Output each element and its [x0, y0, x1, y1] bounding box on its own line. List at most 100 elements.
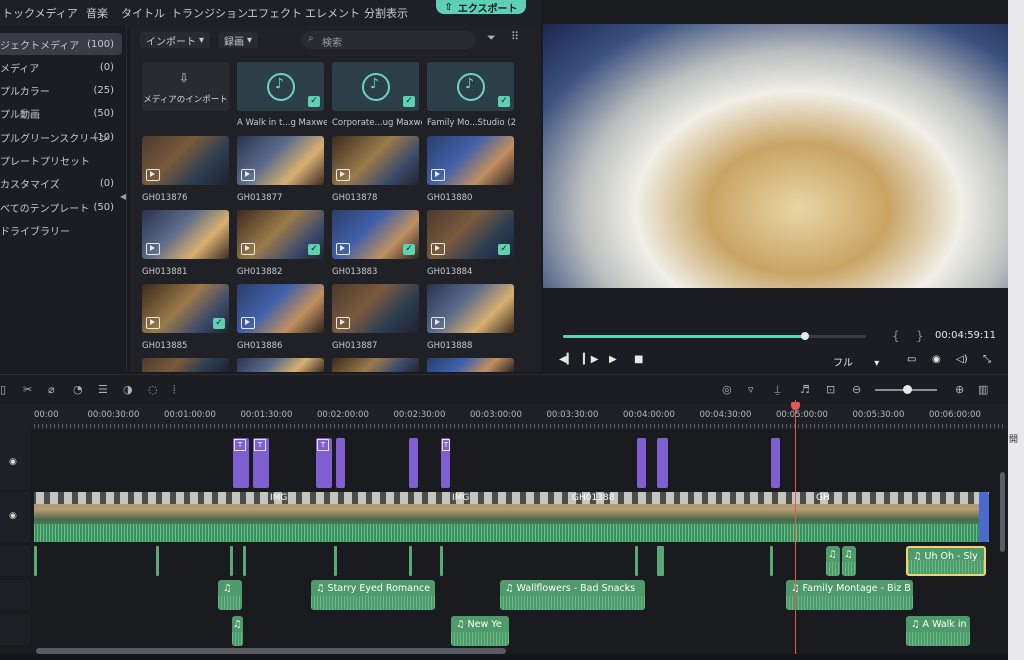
audio-clip[interactable]: ♫ Starry Eyed Romance [311, 580, 435, 610]
timeline-vertical-scrollbar[interactable] [1000, 472, 1005, 552]
video-media-tile[interactable] [332, 358, 419, 372]
tab-stock-media[interactable]: トックメディア [2, 5, 78, 21]
audio-marker[interactable] [657, 546, 664, 576]
eye-icon[interactable]: ◉ [9, 457, 17, 467]
audio-clip[interactable]: ♫ A Walk in [906, 616, 970, 646]
shield-icon[interactable]: ▿ [748, 383, 754, 396]
audio-clip[interactable]: ♫ [826, 546, 840, 576]
video-media-tile[interactable]: ✓ [142, 284, 229, 333]
title-clip[interactable] [771, 438, 780, 488]
sidebar-item[interactable]: プル動画 (50) [0, 103, 122, 125]
search-input[interactable]: ⌕ 検索 [302, 31, 476, 49]
title-clip[interactable]: T [253, 438, 269, 488]
audio-clip[interactable]: ♫ [232, 616, 243, 646]
audio-marker[interactable] [243, 546, 246, 576]
zoom-slider-handle[interactable] [903, 385, 912, 394]
collapse-arrow-icon[interactable]: ◀ [120, 192, 126, 201]
tab-elements[interactable]: エレメント [305, 5, 360, 21]
sidebar-item[interactable]: プルカラー (25) [0, 80, 122, 102]
video-media-tile[interactable]: ✓ [332, 210, 419, 259]
video-preview[interactable] [543, 24, 1008, 288]
sidebar-item[interactable]: プルグリーンスクリーン (10) [0, 126, 122, 148]
adjust-icon[interactable]: ☰ [98, 383, 108, 396]
play-icon[interactable]: ▶ [609, 354, 617, 365]
title-clip[interactable] [637, 438, 646, 488]
audio-marker[interactable] [409, 546, 412, 576]
audio-clip[interactable]: ♫ [218, 580, 242, 610]
audio-clip[interactable]: ♫ [842, 546, 856, 576]
video-track[interactable] [34, 492, 989, 542]
tab-titles[interactable]: タイトル [121, 5, 165, 21]
sidebar-item[interactable]: カスタマイズ (0) [0, 173, 122, 195]
audio-marker[interactable] [770, 546, 773, 576]
zoom-out-icon[interactable]: ⊖ [852, 383, 861, 396]
audio-marker[interactable] [34, 546, 37, 576]
volume-icon[interactable]: ◁) [956, 354, 968, 365]
sidebar-item[interactable]: ジェクトメディア (100) [0, 33, 122, 55]
tab-effects[interactable]: エフェクト [247, 5, 302, 21]
import-media-tile[interactable]: ⇩ メディアのインポート [142, 62, 229, 111]
microphone-icon[interactable]: ⍊ [774, 383, 781, 397]
tag-icon[interactable]: ⌀ [48, 383, 55, 396]
mark-out-icon[interactable]: } [916, 329, 924, 343]
import-dropdown[interactable]: インポート ▾ [140, 32, 211, 48]
video-media-tile[interactable] [237, 284, 324, 333]
eye-icon[interactable]: ◉ [9, 511, 17, 521]
video-clip-end[interactable] [979, 492, 989, 542]
mark-in-icon[interactable]: { [892, 329, 900, 343]
title-clip[interactable] [409, 438, 418, 488]
speed-icon[interactable]: ◔ [73, 383, 83, 396]
video-media-tile[interactable] [142, 136, 229, 185]
video-media-tile[interactable]: ✓ [237, 210, 324, 259]
video-media-tile[interactable] [332, 136, 419, 185]
snapshot-icon[interactable]: ◉ [932, 354, 941, 365]
audio-clip[interactable]: ♫ Wallflowers - Bad Snacks [500, 580, 645, 610]
video-media-tile[interactable] [332, 284, 419, 333]
audio-media-tile[interactable]: ✓ [237, 62, 324, 111]
audio-marker[interactable] [156, 546, 159, 576]
audio-media-tile[interactable]: ✓ [427, 62, 514, 111]
music-list-icon[interactable]: ♬ [800, 383, 810, 396]
stop-icon[interactable]: ■ [634, 354, 643, 365]
quality-dropdown[interactable]: フル ▾ [833, 354, 879, 369]
subtitle-icon[interactable]: ⊡ [826, 383, 835, 396]
video-media-tile[interactable] [237, 136, 324, 185]
timeline-ruler[interactable]: 00:00 00:00:30:00 00:01:00:00 00:01:30:00 00… [0, 404, 1008, 430]
audio-marker[interactable] [230, 546, 233, 576]
audio-marker[interactable] [635, 546, 638, 576]
title-clip[interactable]: T [441, 438, 450, 488]
audio-clip[interactable]: ♫ Family Montage - Biz B [786, 580, 913, 610]
tab-split-screen[interactable]: 分割表示 [364, 5, 408, 21]
playback-scrubber[interactable] [563, 332, 866, 340]
color-icon[interactable]: ◑ [123, 383, 133, 396]
audio-marker[interactable] [334, 546, 337, 576]
display-icon[interactable]: ▭ [907, 354, 916, 365]
title-clip[interactable]: T [316, 438, 332, 488]
title-clip[interactable]: T [233, 438, 249, 488]
video-media-tile[interactable] [427, 136, 514, 185]
video-media-tile[interactable] [142, 358, 229, 372]
sidebar-item[interactable]: メディア (0) [0, 56, 122, 78]
sidebar-item[interactable]: べてのテンプレート (50) [0, 196, 122, 218]
video-media-tile[interactable] [427, 284, 514, 333]
cut-icon[interactable]: ✂ [23, 383, 32, 396]
video-media-tile[interactable]: ✓ [427, 210, 514, 259]
audio-wave-icon[interactable]: ⦙ [173, 383, 175, 397]
record-dropdown[interactable]: 録画 ▾ [218, 32, 259, 48]
audio-marker[interactable] [440, 546, 443, 576]
video-media-tile[interactable] [427, 358, 514, 372]
scrubber-handle[interactable] [801, 332, 810, 340]
filter-icon[interactable]: ⏷ [487, 31, 496, 45]
title-clip[interactable] [336, 438, 345, 488]
zoom-in-icon[interactable]: ⊕ [955, 383, 964, 396]
render-icon[interactable]: ◎ [722, 383, 732, 396]
audio-clip[interactable]: ♫ New Ye [451, 616, 509, 646]
title-clip[interactable] [657, 438, 668, 488]
export-button[interactable]: ⇧ エクスポート [436, 0, 526, 15]
step-forward-icon[interactable]: ▎▶ [583, 354, 598, 365]
sidebar-item[interactable]: プレートプリセット [0, 150, 122, 172]
stabilize-icon[interactable]: ◌ [148, 383, 158, 396]
sidebar-item[interactable]: ドライブラリー [0, 219, 122, 241]
grid-view-icon[interactable]: ⠿ [511, 30, 519, 43]
playhead[interactable] [795, 400, 796, 658]
